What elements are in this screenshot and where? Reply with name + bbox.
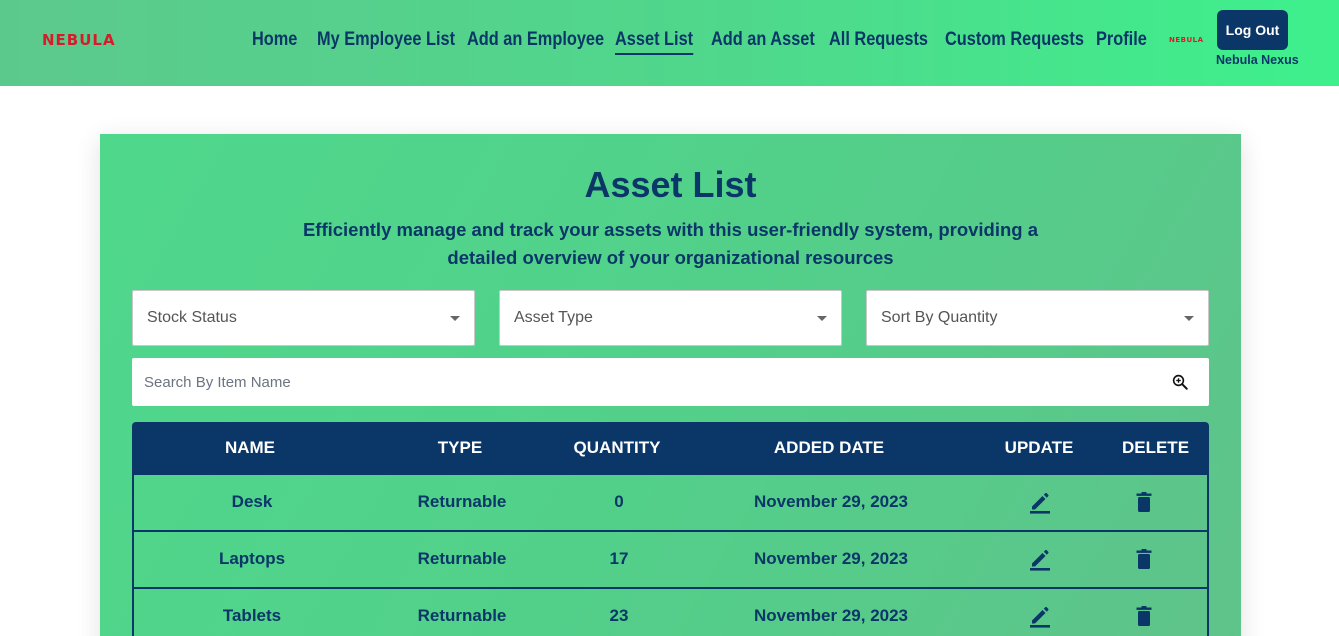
stock-status-label: Stock Status bbox=[147, 309, 237, 326]
user-name: Nebula Nexus bbox=[1216, 53, 1299, 67]
page-title: Asset List bbox=[584, 164, 757, 205]
page-subtitle: Efficiently manage and track your assets… bbox=[302, 219, 1039, 268]
search-icon[interactable] bbox=[1171, 373, 1189, 391]
asset-type-label: Asset Type bbox=[514, 309, 593, 326]
cell-quantity: 17 bbox=[609, 549, 629, 568]
cell-added-date: November 29, 2023 bbox=[753, 492, 909, 511]
cell-type: Returnable bbox=[417, 492, 507, 511]
cell-name: Tablets bbox=[222, 606, 282, 625]
cell-quantity: 0 bbox=[614, 492, 624, 511]
table-row: Laptops Returnable 17 November 29, 2023 bbox=[132, 532, 1209, 589]
cell-type: Returnable bbox=[417, 606, 507, 625]
trash-icon[interactable] bbox=[1132, 490, 1156, 514]
nav-link-home[interactable]: Home bbox=[252, 29, 297, 55]
edit-icon[interactable] bbox=[1028, 604, 1052, 628]
nav-link-add-an-employee[interactable]: Add an Employee bbox=[467, 29, 604, 55]
cell-name: Laptops bbox=[218, 549, 286, 568]
header-added-date: ADDED DATE bbox=[773, 438, 885, 457]
nav-link-all-requests[interactable]: All Requests bbox=[829, 29, 928, 55]
header-type: TYPE bbox=[437, 438, 483, 457]
table-header: NAME TYPE QUANTITY ADDED DATE UPDATE DEL… bbox=[132, 422, 1209, 475]
chevron-down-icon bbox=[450, 316, 460, 321]
trash-icon[interactable] bbox=[1132, 547, 1156, 571]
header-delete: DELETE bbox=[1121, 438, 1190, 457]
edit-icon[interactable] bbox=[1028, 547, 1052, 571]
nav-link-my-employee-list[interactable]: My Employee List bbox=[317, 29, 455, 55]
nav-link-custom-requests[interactable]: Custom Requests bbox=[945, 29, 1084, 55]
edit-icon[interactable] bbox=[1028, 490, 1052, 514]
navbar: NEBULA Home My Employee List Add an Empl… bbox=[0, 0, 1339, 86]
stock-status-select[interactable]: Stock Status bbox=[132, 290, 475, 346]
nav-link-add-an-asset[interactable]: Add an Asset bbox=[711, 29, 815, 55]
sort-by-quantity-label: Sort By Quantity bbox=[881, 309, 998, 326]
company-mini-logo: NEBULA bbox=[1169, 36, 1204, 44]
asset-table: NAME TYPE QUANTITY ADDED DATE UPDATE DEL… bbox=[132, 422, 1209, 636]
cell-quantity: 23 bbox=[609, 606, 629, 625]
nav-links: Home My Employee List Add an Employee As… bbox=[0, 0, 1339, 86]
search-bar bbox=[132, 358, 1209, 406]
chevron-down-icon bbox=[817, 316, 827, 321]
cell-added-date: November 29, 2023 bbox=[753, 606, 909, 625]
chevron-down-icon bbox=[1184, 316, 1194, 321]
nav-link-asset-list[interactable]: Asset List bbox=[615, 29, 694, 55]
header-name: NAME bbox=[224, 438, 276, 457]
table-row: Tablets Returnable 23 November 29, 2023 bbox=[132, 589, 1209, 636]
header-quantity: QUANTITY bbox=[573, 438, 661, 457]
search-input[interactable] bbox=[132, 358, 1152, 406]
header-update: UPDATE bbox=[1004, 438, 1074, 457]
cell-type: Returnable bbox=[417, 549, 507, 568]
cell-name: Desk bbox=[231, 492, 273, 511]
asset-list-panel: Asset List Efficiently manage and track … bbox=[100, 134, 1241, 636]
logout-button[interactable]: Log Out bbox=[1217, 10, 1288, 50]
sort-by-quantity-select[interactable]: Sort By Quantity bbox=[866, 290, 1209, 346]
table-row: Desk Returnable 0 November 29, 2023 bbox=[132, 475, 1209, 532]
cell-added-date: November 29, 2023 bbox=[753, 549, 909, 568]
nav-link-profile[interactable]: Profile bbox=[1096, 29, 1147, 55]
asset-type-select[interactable]: Asset Type bbox=[499, 290, 842, 346]
trash-icon[interactable] bbox=[1132, 604, 1156, 628]
